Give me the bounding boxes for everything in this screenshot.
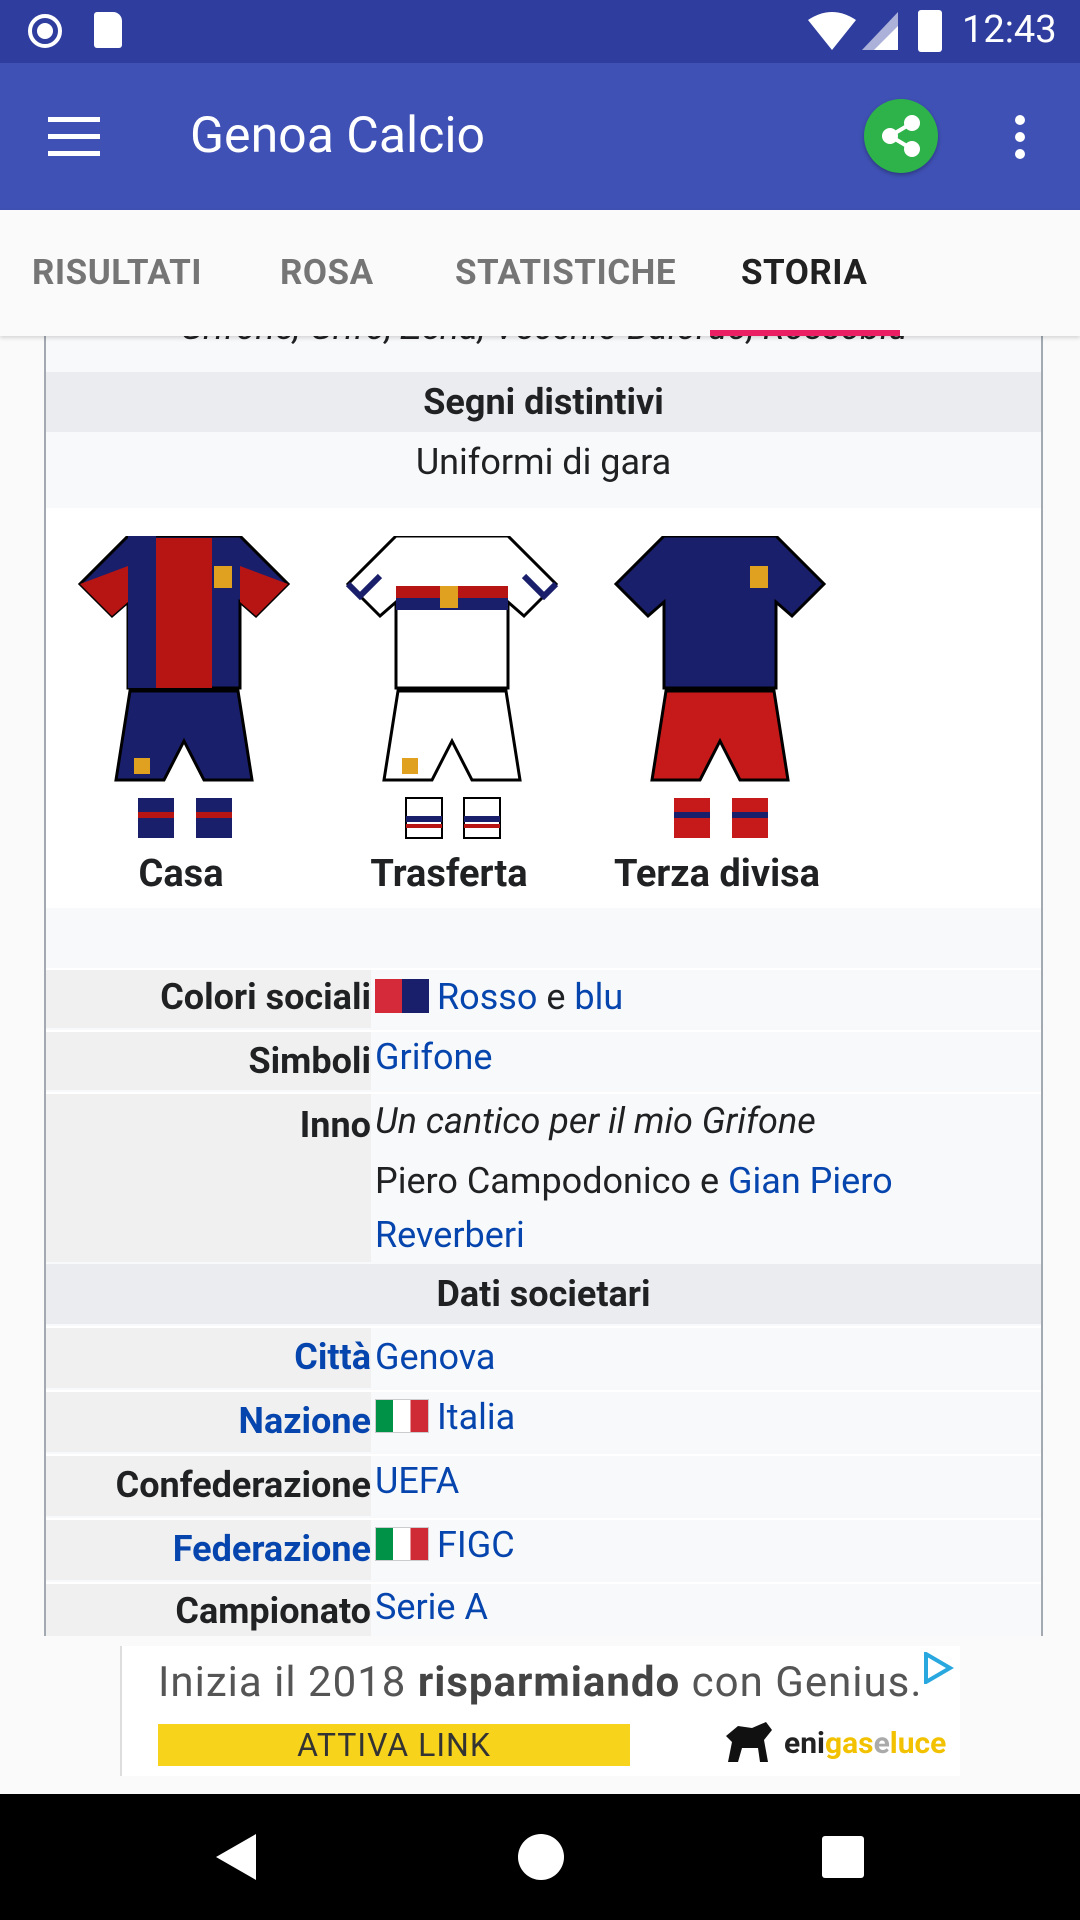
section-dati-societari: Dati societari [46, 1264, 1041, 1324]
ad-headline-pre: Inizia il 2018 [158, 1658, 407, 1707]
gian-piero-link[interactable]: Gian Piero [728, 1160, 893, 1202]
kit-third-image [613, 536, 827, 838]
eni-logo-icon [722, 1718, 778, 1768]
signal-icon [862, 12, 898, 50]
colori-and: e [546, 976, 566, 1018]
battery-icon [918, 10, 942, 52]
figc-link[interactable]: FIGC [437, 1524, 515, 1566]
colori-value: Rosso e blu [375, 976, 623, 1018]
nicknames-text: Grifone, Grifo, Zena, Vecchio Balordo, R… [46, 336, 1041, 348]
ad-headline-bold: risparmiando [417, 1658, 681, 1707]
infobox: Grifone, Grifo, Zena, Vecchio Balordo, R… [44, 336, 1043, 1636]
ad-headline-post: con Genius. [691, 1658, 923, 1707]
recents-icon[interactable] [822, 1836, 864, 1878]
tab-rosa[interactable]: ROSA [280, 210, 374, 336]
kit-home-image [77, 536, 291, 838]
notification-circle-icon [28, 14, 62, 48]
kit-label-casa: Casa [138, 852, 224, 896]
confederazione-label: Confederazione [115, 1464, 371, 1506]
tab-indicator [710, 330, 900, 336]
ad-cta-button[interactable]: ATTIVA LINK [158, 1724, 630, 1766]
hamburger-menu-icon[interactable] [48, 117, 100, 157]
nazione-label-link[interactable]: Nazione [46, 1400, 371, 1442]
reverberi-link[interactable]: Reverberi [375, 1214, 525, 1256]
ad-banner[interactable]: Inizia il 2018 risparmiando con Genius. … [0, 1636, 1080, 1794]
nazione-value: Italia [375, 1396, 515, 1438]
rossoblu-flag-icon [375, 979, 429, 1013]
tab-storia[interactable]: STORIA [741, 210, 867, 336]
sd-card-icon [94, 12, 122, 48]
article-content[interactable]: Grifone, Grifo, Zena, Vecchio Balordo, R… [0, 336, 1080, 1636]
adchoices-icon[interactable] [922, 1652, 954, 1684]
status-bar: 12:43 [0, 0, 1080, 63]
italy-flag-icon [375, 1527, 429, 1561]
more-vert-icon[interactable] [1014, 115, 1026, 159]
tab-bar: RISULTATI ROSA STATISTICHE STORIA [0, 210, 1080, 336]
colori-label: Colori sociali [160, 976, 371, 1018]
rosso-link[interactable]: Rosso [437, 976, 537, 1018]
blu-link[interactable]: blu [574, 976, 623, 1018]
simboli-link[interactable]: Grifone [375, 1036, 493, 1078]
citta-label-link[interactable]: Città [46, 1336, 371, 1378]
citta-link[interactable]: Genova [375, 1336, 496, 1378]
federazione-label-link[interactable]: Federazione [46, 1528, 371, 1570]
kit-away-image [345, 536, 559, 839]
inno-authors: Piero Campodonico e Gian Piero Reverberi [375, 1154, 995, 1262]
campionato-label: Campionato [175, 1590, 371, 1632]
share-button[interactable] [864, 99, 938, 173]
ad-brand-d: luce [889, 1726, 947, 1761]
status-time: 12:43 [962, 8, 1057, 52]
share-icon [882, 115, 920, 157]
italy-flag-icon [375, 1399, 429, 1433]
section-segni-distintivi: Segni distintivi [46, 372, 1041, 432]
serie-a-link[interactable]: Serie A [375, 1586, 488, 1628]
ad-brand-a: eni [784, 1726, 825, 1761]
ad-brand: enigaseluce [784, 1726, 946, 1761]
inno-authors-plain: Piero Campodonico e [375, 1160, 720, 1202]
italia-link[interactable]: Italia [437, 1396, 515, 1438]
home-icon[interactable] [518, 1834, 564, 1880]
simboli-label: Simboli [248, 1040, 371, 1082]
uniforms-caption: Uniformi di gara [415, 441, 672, 483]
inno-title: Un cantico per il mio Grifone [375, 1100, 816, 1142]
inno-label: Inno [299, 1104, 371, 1146]
wifi-icon [808, 12, 856, 50]
ad-brand-b: gas [824, 1726, 874, 1761]
back-icon[interactable] [212, 1832, 258, 1882]
app-title: Genoa Calcio [190, 107, 486, 165]
federazione-value: FIGC [375, 1524, 515, 1566]
kit-label-trasferta: Trasferta [370, 852, 528, 896]
kit-label-terza: Terza divisa [614, 852, 820, 896]
ad-headline: Inizia il 2018 risparmiando con Genius. [158, 1658, 922, 1707]
ad-brand-c: e [873, 1726, 890, 1761]
tab-risultati[interactable]: RISULTATI [32, 210, 202, 336]
app-bar: Genoa Calcio [0, 63, 1080, 210]
system-nav-bar [0, 1794, 1080, 1920]
tab-statistiche[interactable]: STATISTICHE [455, 210, 676, 336]
uefa-link[interactable]: UEFA [375, 1460, 459, 1502]
